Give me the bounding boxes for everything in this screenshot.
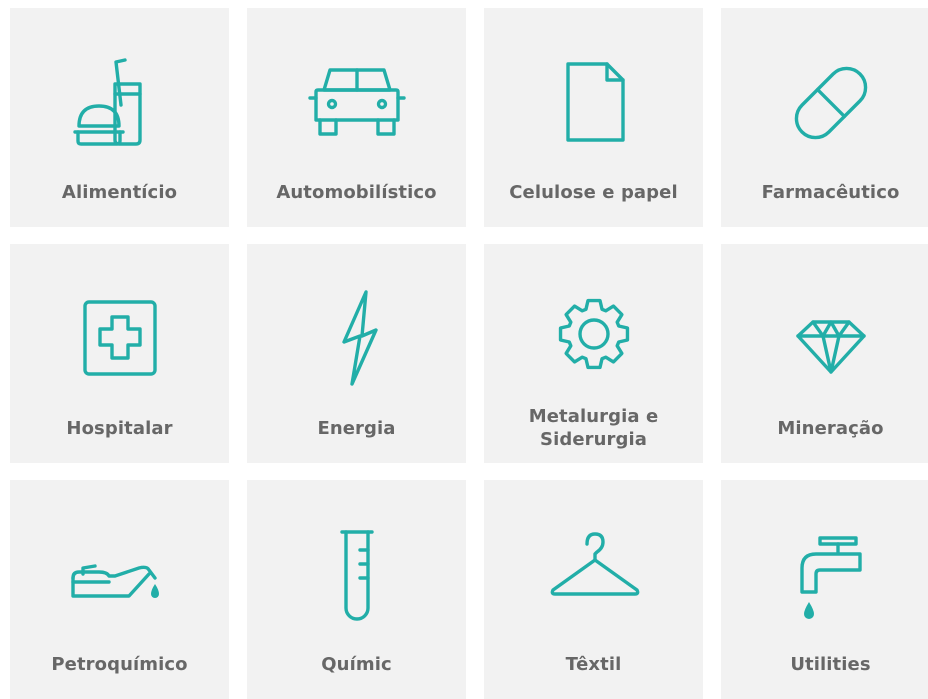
lightning-bolt-icon (247, 284, 466, 394)
tile-label: Metalurgia e Siderurgia (528, 406, 659, 450)
tile-label: Hospitalar (66, 417, 173, 439)
tile-celulose-papel[interactable]: Celulose e papel (484, 8, 703, 227)
tile-petroquimico[interactable]: Petroquímico (10, 480, 229, 699)
medical-cross-icon (10, 284, 229, 394)
tile-quimic[interactable]: Químic (247, 480, 466, 699)
tile-label: Utilities (790, 653, 871, 675)
pill-capsule-icon (721, 48, 928, 158)
diamond-icon (721, 284, 928, 394)
tile-label: Têxtil (565, 653, 622, 675)
industry-grid: Alimentício Automobilístico Celulose e p… (10, 8, 928, 699)
tile-automobilistico[interactable]: Automobilístico (247, 8, 466, 227)
tile-label: Automobilístico (276, 181, 437, 203)
water-faucet-icon (721, 520, 928, 630)
tile-utilities[interactable]: Utilities (721, 480, 928, 699)
paper-sheet-icon (484, 48, 703, 158)
tile-label: Alimentício (61, 181, 178, 203)
tile-label: Químic (321, 653, 392, 675)
tile-energia[interactable]: Energia (247, 244, 466, 463)
tile-label: Energia (317, 417, 396, 439)
gear-icon (484, 284, 703, 394)
tile-metalurgia-siderurgia[interactable]: Metalurgia e Siderurgia (484, 244, 703, 463)
test-tube-icon (247, 520, 466, 630)
tile-hospitalar[interactable]: Hospitalar (10, 244, 229, 463)
hanger-icon (484, 520, 703, 630)
tile-textil[interactable]: Têxtil (484, 480, 703, 699)
tile-label: Celulose e papel (509, 181, 678, 203)
tile-mineracao[interactable]: Mineração (721, 244, 928, 463)
tile-alimenticio[interactable]: Alimentício (10, 8, 229, 227)
oil-can-icon (10, 520, 229, 630)
tile-label: Farmacêutico (761, 181, 900, 203)
tile-label: Mineração (777, 417, 884, 439)
food-drink-icon (10, 48, 229, 158)
tile-label: Petroquímico (51, 653, 188, 675)
tile-farmaceutico[interactable]: Farmacêutico (721, 8, 928, 227)
car-icon (247, 48, 466, 158)
